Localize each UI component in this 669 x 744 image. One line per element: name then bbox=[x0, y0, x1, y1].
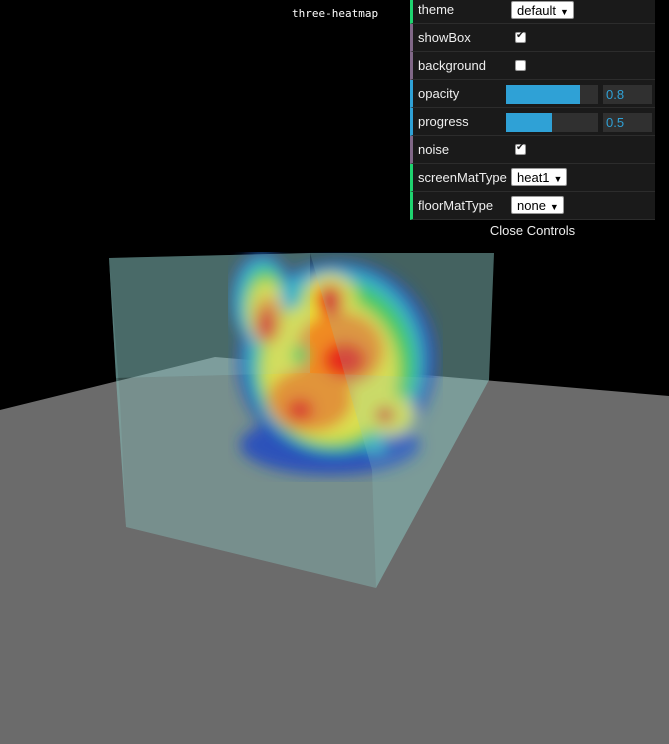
control-row-progress: progress 0.5 bbox=[410, 108, 655, 136]
progress-slider-fill bbox=[506, 113, 552, 132]
control-row-background: background bbox=[410, 52, 655, 80]
control-row-noise: noise bbox=[410, 136, 655, 164]
floormattype-select-value: none bbox=[517, 198, 546, 213]
control-row-opacity: opacity 0.8 bbox=[410, 80, 655, 108]
showbox-label: showBox bbox=[418, 30, 471, 45]
dropdown-arrow-icon: ▼ bbox=[553, 174, 563, 184]
showbox-checkbox[interactable] bbox=[515, 30, 526, 43]
background-checkbox[interactable] bbox=[515, 60, 526, 71]
background-label: background bbox=[418, 58, 486, 73]
opacity-slider[interactable] bbox=[506, 85, 598, 104]
theme-select-value: default bbox=[517, 3, 557, 18]
theme-label: theme bbox=[418, 2, 455, 17]
noise-label: noise bbox=[418, 142, 450, 157]
progress-label: progress bbox=[418, 114, 469, 129]
progress-slider[interactable] bbox=[506, 113, 598, 132]
dropdown-arrow-icon: ▼ bbox=[549, 202, 559, 212]
floormattype-label: floorMatType bbox=[418, 198, 494, 213]
control-row-theme: theme default ▼ bbox=[410, 0, 655, 24]
opacity-label: opacity bbox=[418, 86, 460, 101]
opacity-slider-fill bbox=[506, 85, 580, 104]
opacity-value-input[interactable]: 0.8 bbox=[603, 85, 652, 104]
progress-value-input[interactable]: 0.5 bbox=[603, 113, 652, 132]
control-row-floormattype: floorMatType none ▼ bbox=[410, 192, 655, 220]
screenmattype-select[interactable]: heat1 ▼ bbox=[511, 168, 568, 186]
page-title: three-heatmap bbox=[292, 7, 379, 20]
noise-checkbox[interactable] bbox=[515, 142, 526, 155]
screenmattype-label: screenMatType bbox=[418, 170, 507, 185]
controls-panel: theme default▼ showBox background opacit… bbox=[410, 0, 655, 241]
screenmattype-select-value: heat1 bbox=[517, 170, 550, 185]
floormattype-select[interactable]: none ▼ bbox=[511, 196, 564, 214]
control-row-showbox: showBox bbox=[410, 24, 655, 52]
dropdown-arrow-icon: ▼ bbox=[560, 7, 569, 17]
theme-select[interactable]: default ▼ bbox=[511, 1, 574, 19]
control-row-screenmattype: screenMatType heat1 ▼ bbox=[410, 164, 655, 192]
box-front-left-face bbox=[109, 253, 310, 378]
close-controls-button[interactable]: Close Controls bbox=[410, 221, 655, 241]
